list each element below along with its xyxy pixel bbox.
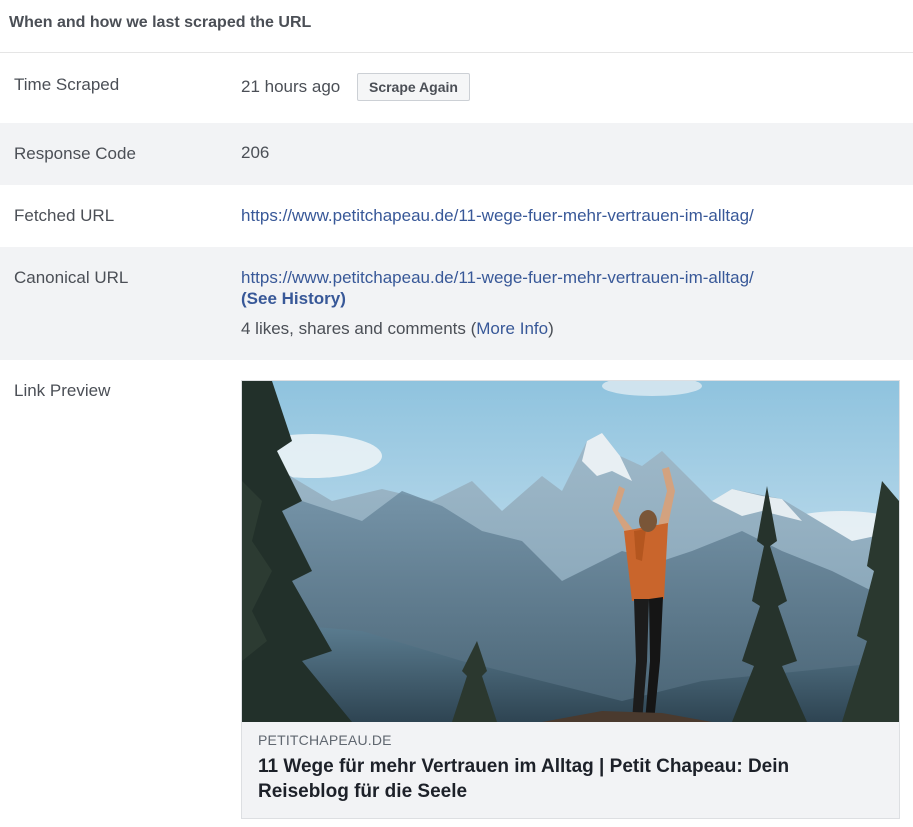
time-scraped-value-group: 21 hours ago Scrape Again [241, 73, 470, 101]
response-code-value: 206 [241, 143, 270, 162]
section-header: When and how we last scraped the URL [0, 0, 913, 53]
row-link-preview: Link Preview PETITCHAPEAU.DE 11 Wege für… [0, 360, 913, 827]
time-scraped-label: Time Scraped [14, 75, 120, 94]
section-title: When and how we last scraped the URL [9, 14, 312, 31]
fetched-url-link[interactable]: https://www.petitchapeau.de/11-wege-fuer… [241, 206, 754, 226]
fetched-url-label: Fetched URL [14, 206, 115, 225]
see-history-link[interactable]: (See History) [241, 289, 346, 309]
preview-image [242, 381, 899, 722]
row-time-scraped: Time Scraped 21 hours ago Scrape Again [0, 53, 913, 123]
link-preview-card[interactable]: PETITCHAPEAU.DE 11 Wege für mehr Vertrau… [241, 380, 900, 819]
row-canonical-url: Canonical URL https://www.petitchapeau.d… [0, 247, 913, 360]
preview-domain: PETITCHAPEAU.DE [258, 732, 392, 748]
canonical-url-label: Canonical URL [14, 268, 129, 287]
canonical-url-link[interactable]: https://www.petitchapeau.de/11-wege-fuer… [241, 268, 754, 288]
preview-title: 11 Wege für mehr Vertrauen im Alltag | P… [258, 756, 790, 802]
preview-text-block: PETITCHAPEAU.DE 11 Wege für mehr Vertrau… [242, 722, 899, 818]
engagement-text: 4 likes, shares and comments ( [241, 319, 477, 338]
engagement-close: ) [548, 319, 554, 338]
engagement-line: 4 likes, shares and comments (More Info) [241, 319, 554, 339]
more-info-link[interactable]: More Info [476, 319, 548, 338]
time-scraped-value: 21 hours ago [241, 77, 341, 96]
row-response-code: Response Code 206 [0, 123, 913, 185]
link-preview-label: Link Preview [14, 381, 111, 400]
scrape-again-button[interactable]: Scrape Again [356, 73, 470, 101]
response-code-label: Response Code [14, 144, 136, 163]
sharing-debugger-panel: When and how we last scraped the URL Tim… [0, 0, 913, 827]
row-fetched-url: Fetched URL https://www.petitchapeau.de/… [0, 185, 913, 247]
